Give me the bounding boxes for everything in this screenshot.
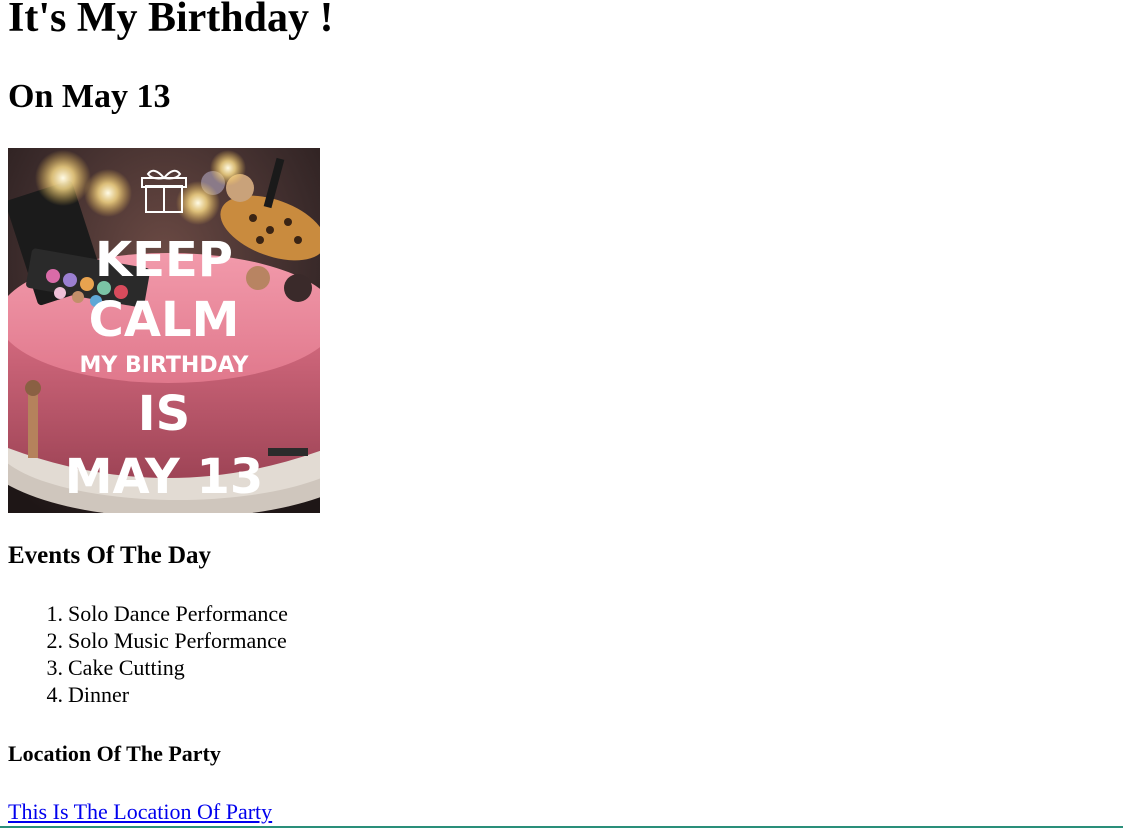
list-item: Dinner	[43, 681, 130, 708]
page: It's My Birthday ! On May 13 KEEP CALM M…	[0, 0, 1123, 828]
page-subtitle: On May 13	[8, 78, 171, 115]
events-list: Solo Dance Performance Solo Music Perfor…	[8, 600, 288, 708]
events-heading: Events Of The Day	[8, 542, 212, 569]
image-text-line-2: CALM	[89, 292, 240, 348]
list-item: Solo Dance Performance	[43, 600, 288, 627]
list-item: Cake Cutting	[43, 654, 185, 681]
page-title: It's My Birthday !	[8, 0, 334, 41]
list-item: Solo Music Performance	[43, 627, 287, 654]
image-text-line-3: MY BIRTHDAY	[80, 353, 250, 378]
image-text-line-5: MAY 13	[65, 449, 264, 505]
location-heading: Location Of The Party	[8, 741, 221, 766]
birthday-cake-image: KEEP CALM MY BIRTHDAY IS MAY 13	[8, 148, 320, 513]
image-text-line-4: IS	[138, 386, 190, 442]
location-link[interactable]: This Is The Location Of Party	[8, 799, 272, 825]
image-text-line-1: KEEP	[95, 232, 233, 288]
